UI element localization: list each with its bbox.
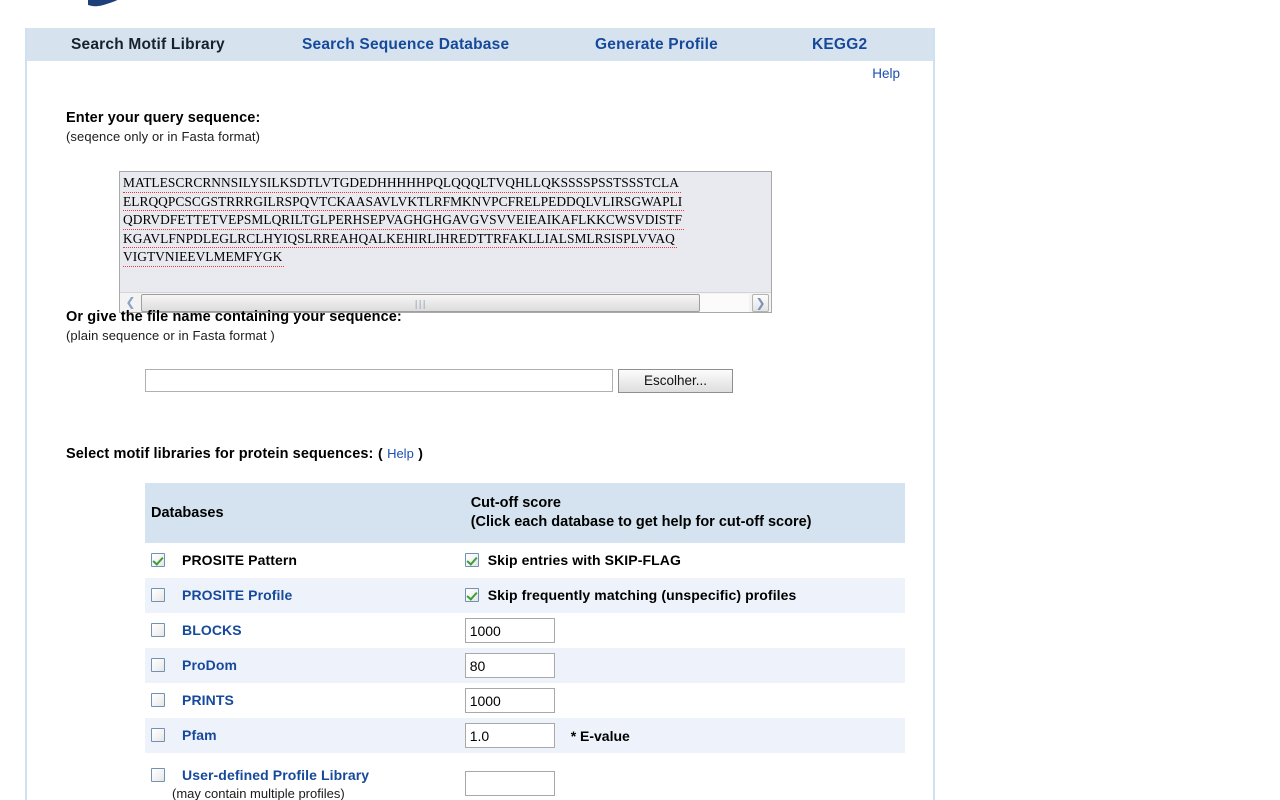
cutoff-score-input[interactable] xyxy=(464,688,555,713)
database-name[interactable]: PROSITE Profile xyxy=(182,587,292,603)
motif-help-paren-close: ) xyxy=(418,445,423,461)
database-checkbox[interactable] xyxy=(151,658,165,673)
choose-file-button[interactable]: Escolher... xyxy=(618,369,733,393)
database-name[interactable]: ProDom xyxy=(182,657,237,673)
query-sequence-section: Enter your query sequence: (seqence only… xyxy=(66,110,260,144)
cutoff-score-input[interactable] xyxy=(464,618,555,643)
table-row: ProDom xyxy=(145,648,905,683)
table-row: BLOCKS xyxy=(145,613,905,648)
database-checkbox[interactable] xyxy=(151,693,165,708)
page-root: Search Motif Library Search Sequence Dat… xyxy=(0,0,1280,800)
option-label: Skip entries with SKIP-FLAG xyxy=(487,552,681,569)
table-row: User-defined Profile Library (may contain… xyxy=(145,753,905,800)
database-name[interactable]: PRINTS xyxy=(182,692,234,708)
sequence-line: MATLESCRCRNNSILYSILKSDTLVTGDEDHHHHHPQLQQ… xyxy=(123,174,681,193)
motif-libraries-title: Select motif libraries for protein seque… xyxy=(66,446,374,462)
database-name-subtitle: (may contain multiple profiles) xyxy=(172,786,345,800)
database-checkbox[interactable] xyxy=(151,728,165,743)
database-name: PROSITE Pattern xyxy=(182,552,298,569)
query-sequence-textarea[interactable]: MATLESCRCRNNSILYSILKSDTLVTGDEDHHHHHPQLQQ… xyxy=(119,171,772,313)
sequence-line: VIGTVNIEEVLMEMFYGK xyxy=(123,248,285,267)
sequence-file-input[interactable] xyxy=(145,369,613,392)
database-checkbox[interactable] xyxy=(151,767,165,782)
file-section: Or give the file name containing your se… xyxy=(66,309,402,343)
cutoff-score-input[interactable] xyxy=(464,723,555,748)
site-logo-icon xyxy=(88,0,122,8)
tab-generate-profile[interactable]: Generate Profile xyxy=(595,36,718,54)
page-content: Enter your query sequence: (seqence only… xyxy=(66,68,933,800)
database-checkbox[interactable] xyxy=(151,623,165,638)
sequence-line: QDRVDFETTETVEPSMLQRILTGLPERHSEPVAGHGHGAV… xyxy=(123,211,685,230)
scrollbar-grip-icon: ||| xyxy=(414,300,427,310)
sequence-line: ELRQQPCSCGSTRRRGILRSPQVTCKAASAVLVKTLRFMK… xyxy=(123,192,685,212)
database-checkbox[interactable] xyxy=(151,588,165,603)
tab-kegg2[interactable]: KEGG2 xyxy=(812,36,867,54)
column-header-databases: Databases xyxy=(145,483,465,543)
tab-search-motif-library[interactable]: Search Motif Library xyxy=(71,36,225,54)
query-sequence-title: Enter your query sequence: xyxy=(66,110,261,126)
database-name[interactable]: Pfam xyxy=(182,727,217,743)
motif-databases-table: Databases Cut-off score (Click each data… xyxy=(145,483,905,800)
motif-help-link[interactable]: Help xyxy=(387,446,414,461)
main-navigation: Search Motif Library Search Sequence Dat… xyxy=(27,28,933,61)
database-name[interactable]: User-defined Profile Library xyxy=(182,767,369,783)
sequence-line: KGAVLFNPDLEGLRCLHYIQSLRREAHQALKEHIRLIHRE… xyxy=(123,229,677,249)
option-checkbox[interactable] xyxy=(464,588,479,603)
file-section-subtitle: (plain sequence or in Fasta format ) xyxy=(66,328,275,343)
motif-libraries-heading: Select motif libraries for protein seque… xyxy=(66,445,423,463)
option-checkbox[interactable] xyxy=(464,553,479,568)
table-row: PROSITE Profile Skip frequently matching … xyxy=(145,578,905,613)
database-name[interactable]: BLOCKS xyxy=(182,622,242,638)
cutoff-score-input[interactable] xyxy=(464,771,555,796)
query-sequence-subtitle: (seqence only or in Fasta format) xyxy=(66,129,261,144)
column-header-cutoff-line2: (Click each database to get help for cut… xyxy=(470,514,812,530)
content-frame: Search Motif Library Search Sequence Dat… xyxy=(25,28,935,800)
query-sequence-text: MATLESCRCRNNSILYSILKSDTLVTGDEDHHHHHPQLQQ… xyxy=(123,174,771,267)
table-header-row: Databases Cut-off score (Click each data… xyxy=(145,483,905,543)
cutoff-score-input[interactable] xyxy=(464,653,555,678)
chevron-right-icon[interactable]: ❯ xyxy=(752,294,769,312)
database-checkbox[interactable] xyxy=(151,553,165,568)
option-label: Skip frequently matching (unspecific) pr… xyxy=(487,587,797,604)
table-row: PRINTS xyxy=(145,683,905,718)
table-row: PROSITE Pattern Skip entries with SKIP-FL… xyxy=(145,543,905,578)
column-header-cutoff: Cut-off score (Click each database to ge… xyxy=(464,483,905,543)
column-header-cutoff-line1: Cut-off score xyxy=(470,495,561,511)
motif-help-paren-open: ( xyxy=(377,445,383,461)
tab-search-sequence-database[interactable]: Search Sequence Database xyxy=(302,36,509,54)
table-row: Pfam * E-value xyxy=(145,718,905,753)
file-section-title: Or give the file name containing your se… xyxy=(66,309,402,325)
cutoff-suffix-label: * E-value xyxy=(570,727,630,744)
